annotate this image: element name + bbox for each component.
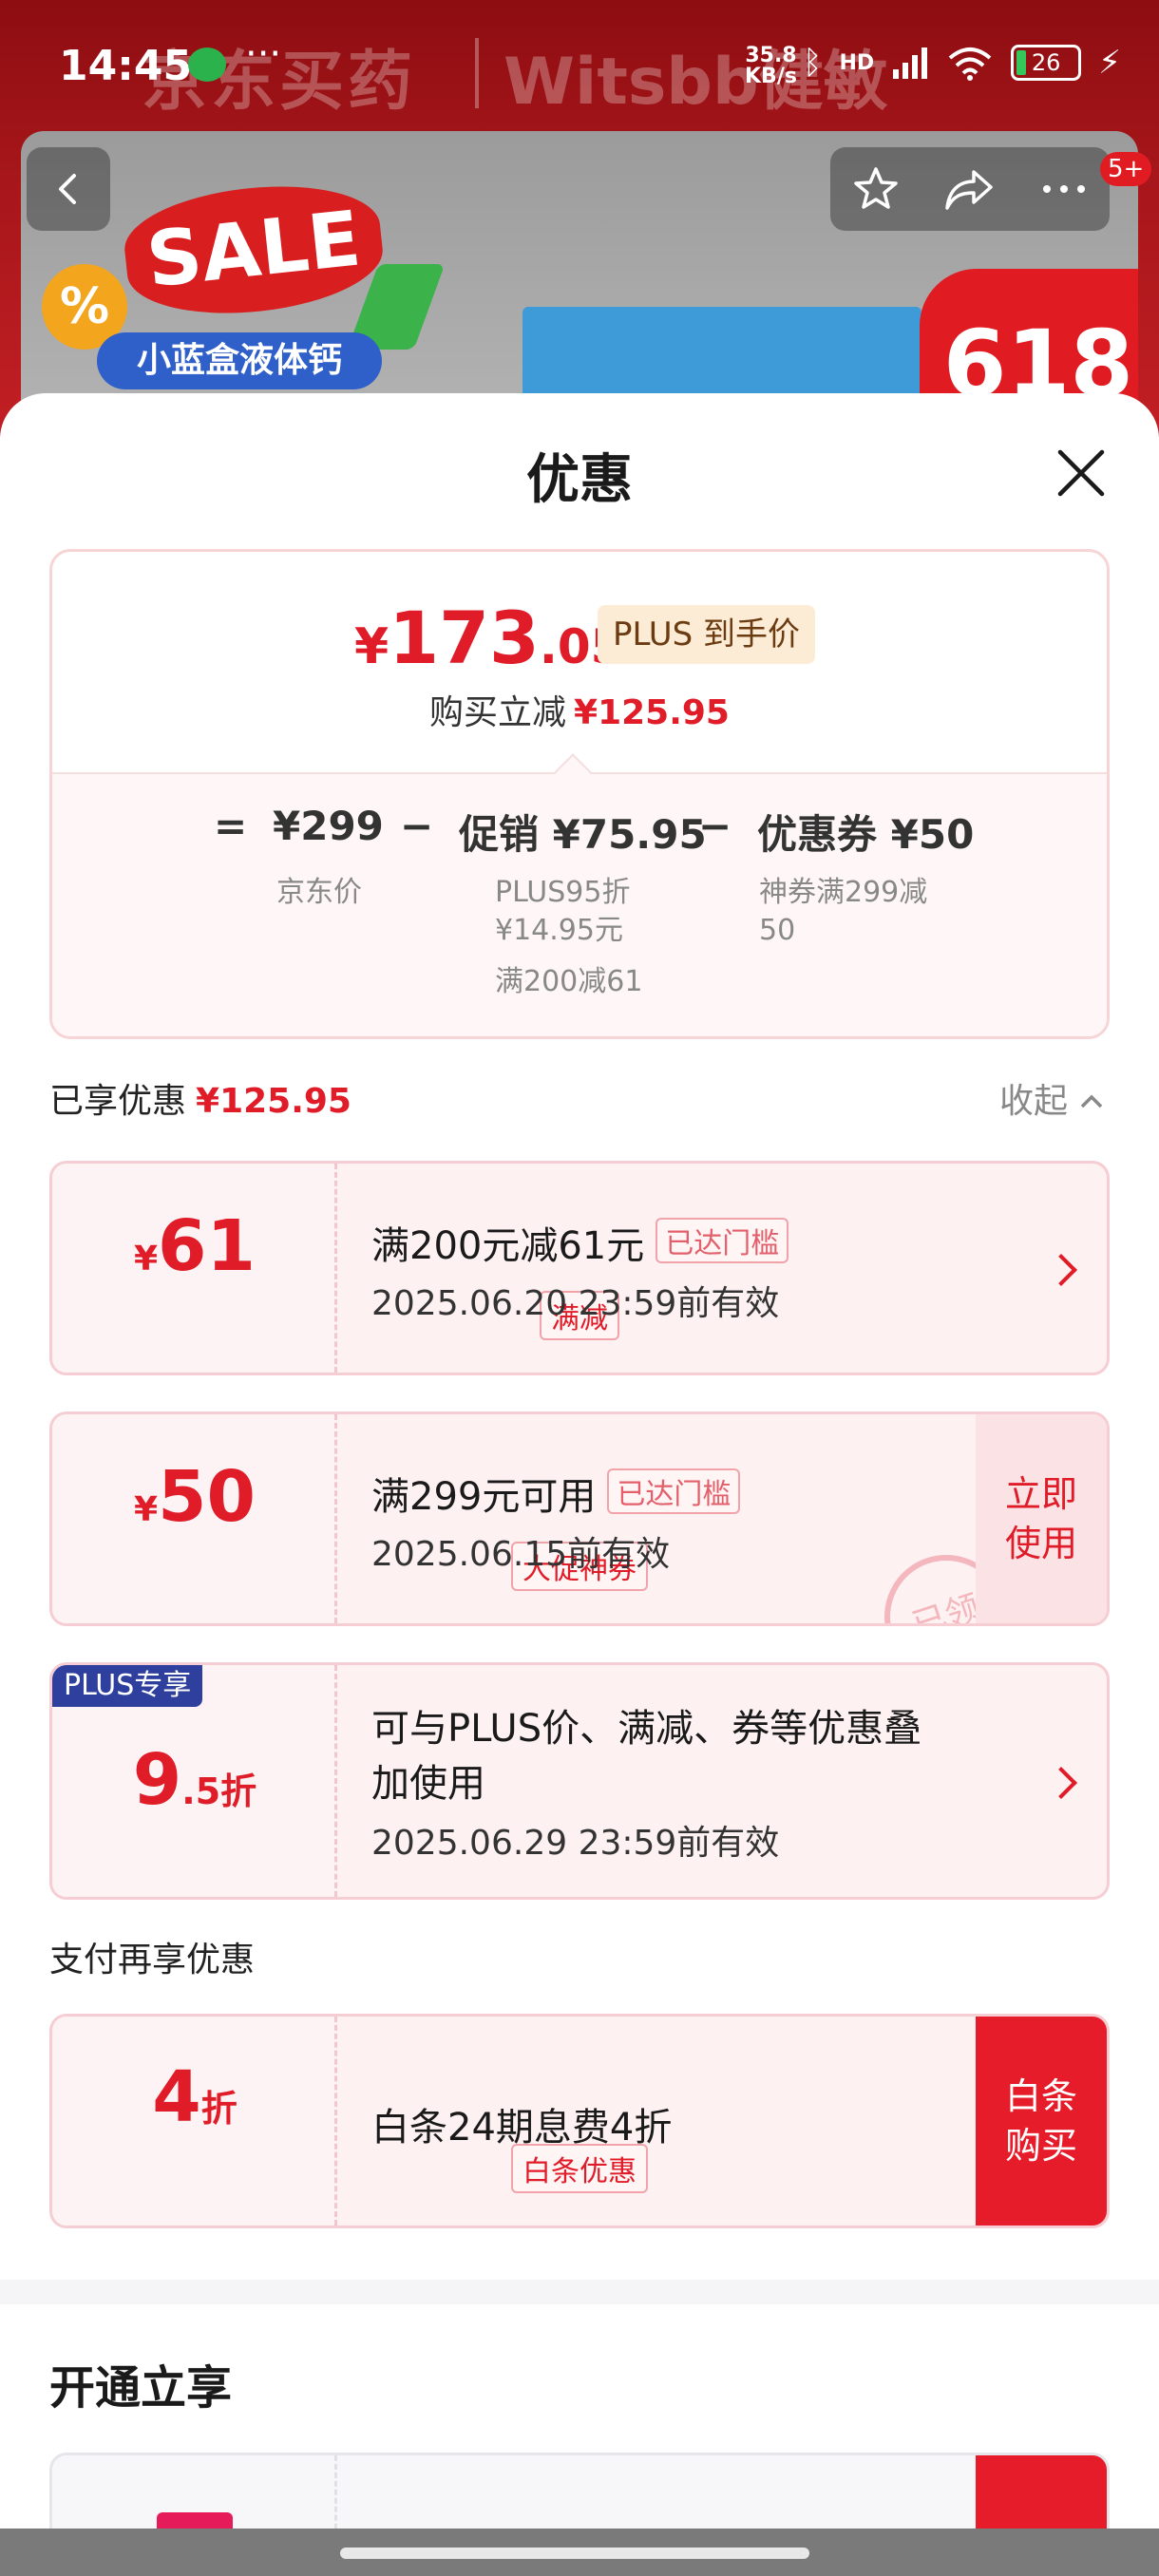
enjoyed-discount: 已享优惠 ¥125.95 <box>49 1082 352 1121</box>
minus-sign: − <box>400 803 434 849</box>
status-more: ··· <box>245 32 282 76</box>
net-speed-unit: KB/s <box>745 65 797 88</box>
status-bar: 14:45 ··· 35.8 KB/s ᛒ HD 26 ⚡ <box>0 0 1159 133</box>
discount-sheet: 优惠 ¥173.05 PLUS 到手价 购买立减 ¥125.95 = ¥299 京… <box>0 393 1159 2576</box>
chevron-left-icon <box>59 174 76 204</box>
plus-discount-value: 9.5折 <box>132 1739 257 1821</box>
charging-icon: ⚡ <box>1098 44 1121 82</box>
message-count-badge: 5+ <box>1100 152 1152 186</box>
jd-price: ¥299 <box>273 803 384 849</box>
coupon-value: ¥50 <box>133 1456 256 1538</box>
back-button[interactable] <box>27 147 110 231</box>
coupon-date: 2025.06.29 23:59前有效 <box>371 1824 780 1863</box>
coupon-card-plus[interactable]: PLUS专享 9.5折 可与PLUS价、满减、券等优惠叠 加使用 2025.06… <box>49 1662 1110 1900</box>
threshold-badge: 已达门槛 <box>656 1218 789 1263</box>
coupon-card-mega-promo[interactable]: ¥50 大促神券 满299元可用 已达门槛 2025.06.15前有效 已领 立即… <box>49 1411 1110 1626</box>
top-action-group <box>830 147 1110 231</box>
coupon-date: 2025.06.15前有效 <box>371 1535 671 1574</box>
sheet-title: 优惠 <box>526 449 633 511</box>
reduce-summary: 购买立减 ¥125.95 <box>429 693 730 732</box>
battery-level: 26 <box>1031 49 1061 76</box>
baitiao-buy-button[interactable]: 白条 购买 <box>976 2017 1107 2226</box>
section-divider <box>0 2280 1159 2304</box>
chevron-right-icon <box>1045 1254 1077 1286</box>
close-icon[interactable] <box>1051 443 1112 503</box>
coupon-title-line1: 可与PLUS价、满减、券等优惠叠 <box>371 1707 922 1751</box>
baitiao-discount: 4折 <box>152 2056 238 2138</box>
status-icons: ᛒ HD 26 ⚡ <box>803 44 1121 82</box>
eq-sign: = <box>214 803 248 849</box>
net-speed-value: 35.8 <box>745 44 797 67</box>
coupon-card-full-reduction[interactable]: ¥61 满减 满200元减61元 已达门槛 2025.06.20 23:59前有效 <box>49 1161 1110 1375</box>
enjoyed-value: ¥125.95 <box>196 1082 352 1121</box>
promo-detail-full: 满200减61 <box>495 965 643 998</box>
coupon-detail-1: 神券满299减 <box>759 876 928 909</box>
net-speed: 35.8 KB/s <box>745 46 797 87</box>
chevron-up-icon <box>1081 1094 1103 1108</box>
open-section-title: 开通立享 <box>49 2361 233 2415</box>
price-summary-card: ¥173.05 PLUS 到手价 购买立减 ¥125.95 = ¥299 京东价 … <box>49 549 1110 1039</box>
reduce-value: ¥125.95 <box>574 693 730 732</box>
coupon-title: 满299元可用 已达门槛 <box>371 1466 741 1521</box>
coupon-detail-2: 50 <box>759 914 796 947</box>
plus-exclusive-flag: PLUS专享 <box>52 1665 203 1707</box>
promo-detail-plus: PLUS95折 <box>495 876 631 909</box>
coupon-amount: 优惠券 ¥50 <box>757 811 975 858</box>
final-price: ¥173.05 <box>354 596 624 680</box>
baitiao-card[interactable]: 4折 白条优惠 白条24期息费4折 白条 购买 <box>49 2014 1110 2228</box>
use-now-button[interactable]: 立即 使用 <box>976 1414 1107 1623</box>
plus-price-tag: PLUS 到手价 <box>598 605 816 664</box>
home-indicator[interactable] <box>340 2548 809 2559</box>
product-hero: 京东买药 Witsbb健敏 % SALE 小蓝盒液体钙 618 5+ 14:45… <box>0 0 1159 437</box>
signal-bars-icon <box>893 47 928 79</box>
baitiao-title: 白条24期息费4折 <box>371 2106 673 2150</box>
star-icon[interactable] <box>851 164 901 214</box>
share-icon[interactable] <box>943 164 997 214</box>
pay-section-title: 支付再享优惠 <box>49 1941 256 1979</box>
jd-price-label: 京东价 <box>276 876 362 909</box>
sale-badge: SALE <box>119 175 389 325</box>
coupon-title-line2: 加使用 <box>371 1762 485 1806</box>
status-time: 14:45 <box>59 42 193 90</box>
minus-sign-2: − <box>698 803 732 849</box>
wifi-icon <box>948 47 992 81</box>
more-icon[interactable] <box>1039 180 1089 199</box>
coupon-value: ¥61 <box>133 1205 256 1287</box>
coupon-date: 2025.06.20 23:59前有效 <box>371 1284 780 1323</box>
coupon-title: 满200元减61元 已达门槛 <box>371 1215 789 1270</box>
chevron-right-icon <box>1045 1767 1077 1799</box>
collapse-button[interactable]: 收起 <box>999 1073 1105 1123</box>
product-pill-label: 小蓝盒液体钙 <box>97 332 382 389</box>
signal-icon: HD <box>839 50 875 75</box>
threshold-badge: 已达门槛 <box>607 1468 741 1514</box>
promo-amount: 促销 ¥75.95 <box>459 811 707 858</box>
promo-detail-amount: ¥14.95元 <box>495 914 623 947</box>
bluetooth-icon: ᛒ <box>803 44 823 82</box>
wechat-icon <box>188 47 226 82</box>
battery-icon: 26 <box>1011 45 1082 81</box>
